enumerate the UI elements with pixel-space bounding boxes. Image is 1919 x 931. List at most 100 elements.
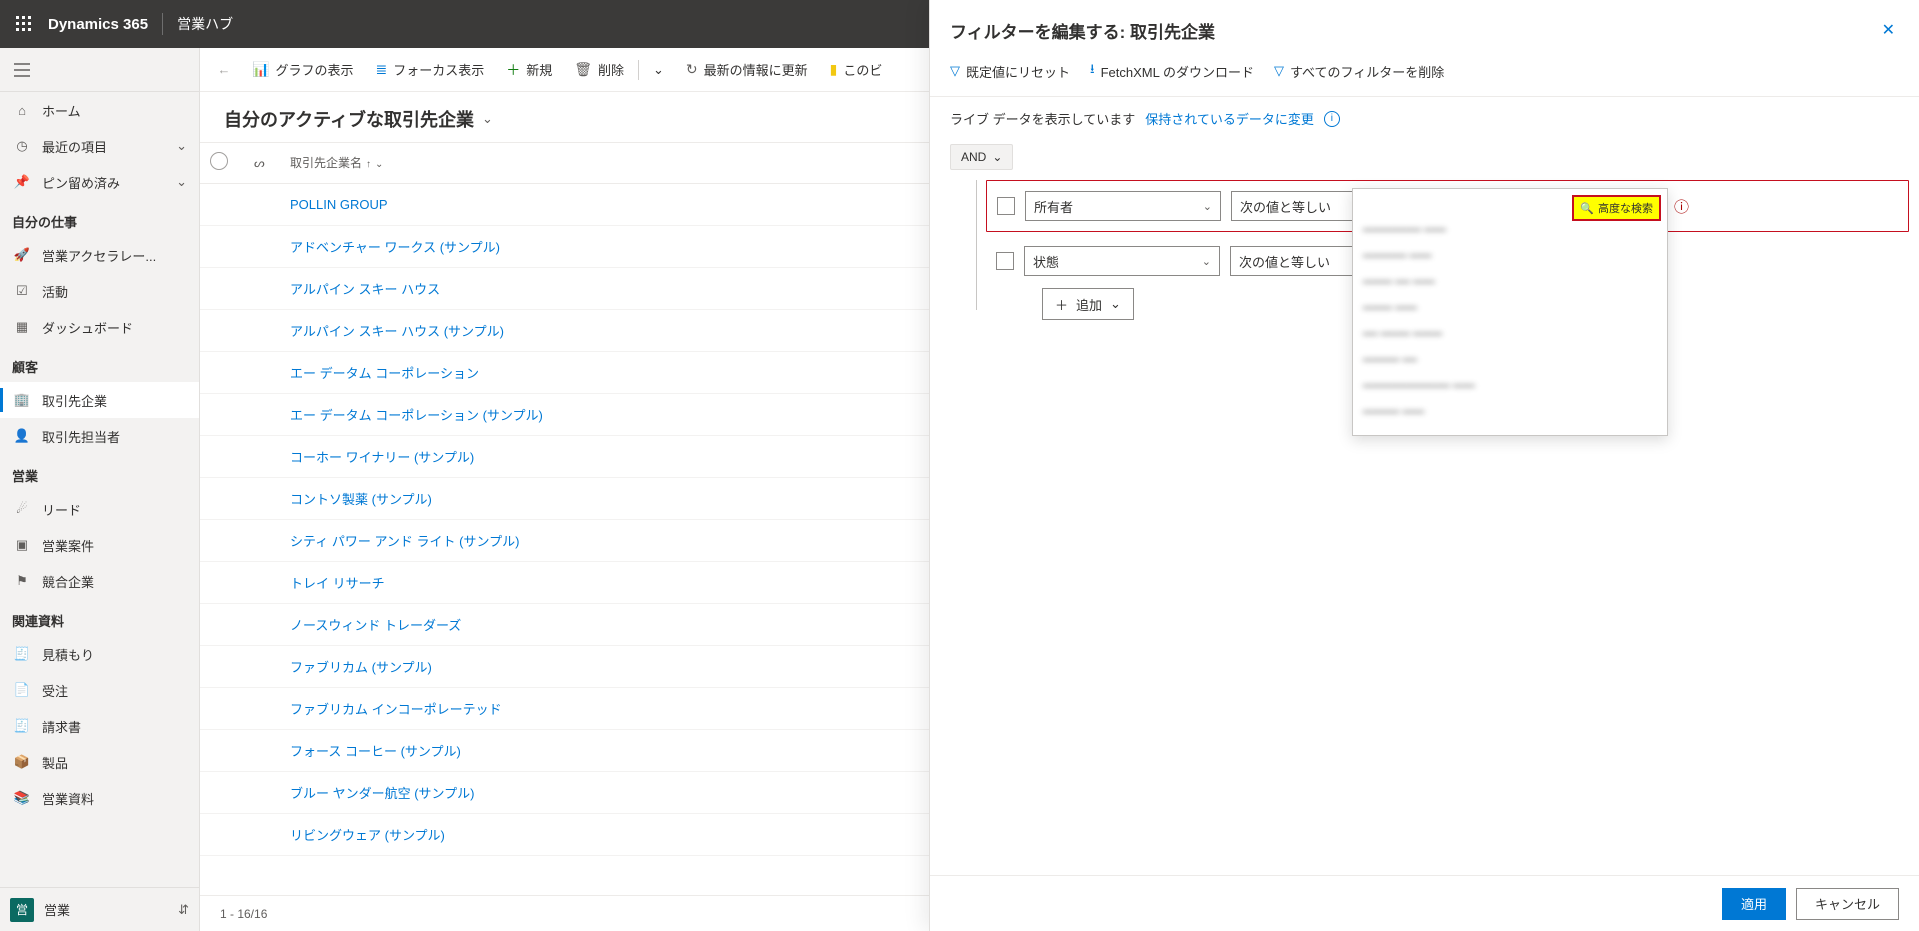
nav-saleslit[interactable]: 📚営業資料 (0, 780, 199, 816)
select-all-header[interactable] (200, 143, 244, 183)
lookup-item[interactable]: ━━━━ ━━━ (1363, 295, 1657, 321)
row-select[interactable] (200, 519, 244, 561)
nav-recent[interactable]: ◷最近の項目⌄ (0, 128, 199, 164)
area-switcher[interactable]: 営 営業 ⇵ (0, 887, 199, 931)
delete-button[interactable]: 🗑削除 (564, 54, 634, 86)
order-icon: 📄 (12, 682, 32, 698)
row-select[interactable] (200, 603, 244, 645)
nav-label: 営業アクセラレー... (42, 246, 187, 265)
row-hierarchy (244, 603, 280, 645)
row-select[interactable] (200, 393, 244, 435)
filter-clear-icon: ▽ (1274, 63, 1284, 79)
app-name-label: 営業ハブ (177, 14, 233, 34)
row-hierarchy (244, 813, 280, 855)
row-hierarchy (244, 645, 280, 687)
row-select[interactable] (200, 183, 244, 225)
close-icon: ✕ (1882, 22, 1895, 39)
lookup-item[interactable]: ━━━━━ ━━ (1363, 347, 1657, 373)
lookup-item[interactable]: ━━━━━━━━━━━━ ━━━ (1363, 373, 1657, 399)
refresh-button[interactable]: ↻最新の情報に更新 (676, 54, 818, 86)
back-button[interactable]: ← (208, 54, 240, 86)
plus-icon: ＋ (506, 60, 520, 80)
row-select[interactable] (200, 435, 244, 477)
nav-dashboards[interactable]: ▦ダッシュボード (0, 309, 199, 345)
cmd-label: このビ (843, 60, 882, 79)
row-select[interactable] (200, 309, 244, 351)
info-icon[interactable]: i (1324, 111, 1340, 127)
cmd-divider (638, 60, 639, 80)
chevron-down-icon: ⌄ (375, 159, 383, 170)
delete-dropdown[interactable]: ⌄ (643, 54, 674, 86)
row-select[interactable] (200, 267, 244, 309)
nav-quotes[interactable]: 🧾見積もり (0, 636, 199, 672)
powerbi-icon: ▮ (830, 61, 838, 78)
advanced-search-button[interactable]: 🔍 高度な検索 (1572, 195, 1661, 221)
row-select[interactable] (200, 813, 244, 855)
nav-activities[interactable]: ☑活動 (0, 273, 199, 309)
view-selector-chevron-icon[interactable]: ⌄ (482, 111, 493, 127)
field-dropdown[interactable]: 状態⌄ (1024, 246, 1220, 276)
row-checkbox[interactable] (997, 197, 1015, 215)
lookup-results-list: ━━━━━━━━ ━━━ ━━━━━━ ━━━ ━━━━ ━━ ━━━ ━━━━… (1353, 189, 1667, 435)
new-button[interactable]: ＋新規 (496, 54, 562, 86)
lookup-item[interactable]: ━━ ━━━━ ━━━━ (1363, 321, 1657, 347)
nav-products[interactable]: 📦製品 (0, 744, 199, 780)
cancel-button[interactable]: キャンセル (1796, 888, 1899, 920)
row-select[interactable] (200, 687, 244, 729)
chart-icon: 📊 (252, 61, 269, 78)
btn-label: 適用 (1741, 894, 1767, 913)
download-fetchxml-button[interactable]: ⭳FetchXML のダウンロード (1090, 60, 1254, 82)
row-hierarchy (244, 561, 280, 603)
select-circle-icon (210, 152, 228, 170)
row-select[interactable] (200, 477, 244, 519)
nav-sales-accelerator[interactable]: 🚀営業アクセラレー... (0, 237, 199, 273)
lookup-item[interactable]: ━━━━━━ ━━━ (1363, 243, 1657, 269)
row-checkbox[interactable] (996, 252, 1014, 270)
add-condition-button[interactable]: ＋ 追加 ⌄ (1042, 288, 1134, 320)
row-select[interactable] (200, 771, 244, 813)
nav-pinned[interactable]: 📌ピン留め済み⌄ (0, 164, 199, 200)
nav-orders[interactable]: 📄受注 (0, 672, 199, 708)
clock-icon: ◷ (12, 138, 32, 154)
show-chart-button[interactable]: 📊グラフの表示 (242, 54, 363, 86)
row-hierarchy (244, 183, 280, 225)
nav-group-mywork: 自分の仕事 (0, 200, 199, 237)
nav-leads[interactable]: ☄リード (0, 491, 199, 527)
quote-icon: 🧾 (12, 646, 32, 662)
group-operator-dropdown[interactable]: AND ⌄ (950, 144, 1013, 170)
nav-invoices[interactable]: 🧾請求書 (0, 708, 199, 744)
close-button[interactable]: ✕ (1878, 16, 1899, 44)
lookup-item[interactable]: ━━━━ ━━ ━━━ (1363, 269, 1657, 295)
and-label: AND (961, 150, 986, 164)
nav-home[interactable]: ⌂ホーム (0, 92, 199, 128)
nav-label: ダッシュボード (42, 318, 187, 337)
chevron-down-icon: ⌄ (176, 174, 187, 190)
lookup-item[interactable]: ━━━━━ ━━━ (1363, 399, 1657, 425)
row-hierarchy (244, 393, 280, 435)
reset-defaults-button[interactable]: ▽既定値にリセット (950, 60, 1070, 82)
app-launcher-icon[interactable] (8, 8, 40, 40)
nav-accounts[interactable]: 🏢 取引先企業 (0, 382, 199, 418)
row-select[interactable] (200, 561, 244, 603)
delete-all-filters-button[interactable]: ▽すべてのフィルターを削除 (1274, 60, 1444, 82)
nav-contacts[interactable]: 👤取引先担当者 (0, 418, 199, 454)
row-select[interactable] (200, 645, 244, 687)
hierarchy-header: ᔕ (244, 143, 280, 183)
row-select[interactable] (200, 351, 244, 393)
nav-opportunities[interactable]: ▣営業案件 (0, 527, 199, 563)
visualize-button[interactable]: ▮ このビ (820, 54, 893, 86)
apply-button[interactable]: 適用 (1722, 888, 1786, 920)
building-icon: 🏢 (12, 392, 32, 408)
row-select[interactable] (200, 225, 244, 267)
tool-label: FetchXML のダウンロード (1101, 62, 1254, 81)
field-dropdown[interactable]: 所有者⌄ (1025, 191, 1221, 221)
nav-group-sales: 営業 (0, 454, 199, 491)
nav-collapse-button[interactable] (0, 48, 199, 92)
nav-competitors[interactable]: ⚑競合企業 (0, 563, 199, 599)
task-icon: ☑ (12, 283, 32, 299)
nav-label: 取引先企業 (42, 391, 187, 410)
dd-label: 所有者 (1034, 197, 1203, 216)
row-select[interactable] (200, 729, 244, 771)
switch-to-saved-link[interactable]: 保持されているデータに変更 (1145, 109, 1314, 128)
focused-view-button[interactable]: ≣フォーカス表示 (365, 54, 494, 86)
